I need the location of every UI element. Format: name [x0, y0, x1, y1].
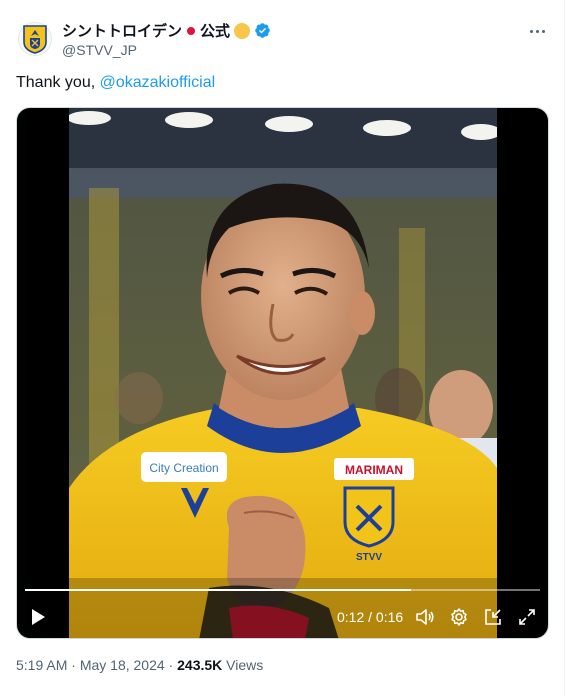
mention-link[interactable]: @okazakiofficial	[100, 74, 216, 91]
video-player[interactable]: City Creation MARIMAN STVV 0:12 / 0:16	[16, 107, 549, 639]
video-progress-fill	[25, 589, 412, 591]
club-crest-icon	[23, 25, 47, 54]
jersey-chest-sponsor: MARIMAN	[345, 463, 403, 477]
play-icon[interactable]	[29, 608, 47, 626]
tweet-card: シントトロイデン 公式 @STVV_JP Thank you, @okazaki…	[0, 0, 565, 696]
video-still: City Creation MARIMAN STVV	[69, 108, 497, 638]
flag-icon	[187, 26, 196, 35]
views-count: 243.5K	[177, 657, 223, 673]
more-options-button[interactable]	[526, 22, 548, 40]
account-handle[interactable]: @STVV_JP	[62, 42, 137, 58]
volume-icon[interactable]	[415, 607, 435, 627]
account-name-row[interactable]: シントトロイデン 公式	[62, 20, 271, 41]
video-time: 0:12 / 0:16	[337, 609, 403, 625]
time-separator: /	[364, 609, 376, 625]
pip-icon[interactable]	[483, 607, 503, 627]
more-icon-dot	[541, 29, 545, 33]
meta-separator: ·	[67, 657, 80, 673]
meta-separator: ·	[164, 657, 178, 673]
tweet-date[interactable]: May 18, 2024	[80, 657, 165, 673]
account-avatar[interactable]	[18, 22, 52, 56]
video-controls: 0:12 / 0:16	[17, 604, 548, 630]
duration: 0:16	[375, 609, 404, 625]
video-frame[interactable]: City Creation MARIMAN STVV	[69, 108, 497, 638]
current-time: 0:12	[337, 609, 365, 625]
more-icon-dot	[535, 29, 539, 33]
settings-icon[interactable]	[449, 607, 469, 627]
views-label: Views	[222, 657, 264, 673]
verified-icon	[255, 23, 270, 38]
video-progress-bar[interactable]	[25, 589, 540, 591]
sun-icon	[234, 22, 251, 39]
tweet-time[interactable]: 5:19 AM	[16, 657, 67, 673]
tweet-text: Thank you, @okazakiofficial	[16, 74, 215, 92]
official-label[interactable]: 公式	[200, 20, 230, 41]
tweet-meta: 5:19 AM · May 18, 2024 · 243.5K Views	[16, 657, 263, 673]
display-name[interactable]: シントトロイデン	[62, 20, 182, 41]
jersey-crest-text: STVV	[356, 552, 382, 563]
jersey-sponsor: City Creation	[149, 461, 218, 475]
more-icon	[529, 29, 533, 33]
tweet-text-prefix: Thank you,	[16, 74, 100, 91]
fullscreen-icon[interactable]	[517, 607, 537, 627]
